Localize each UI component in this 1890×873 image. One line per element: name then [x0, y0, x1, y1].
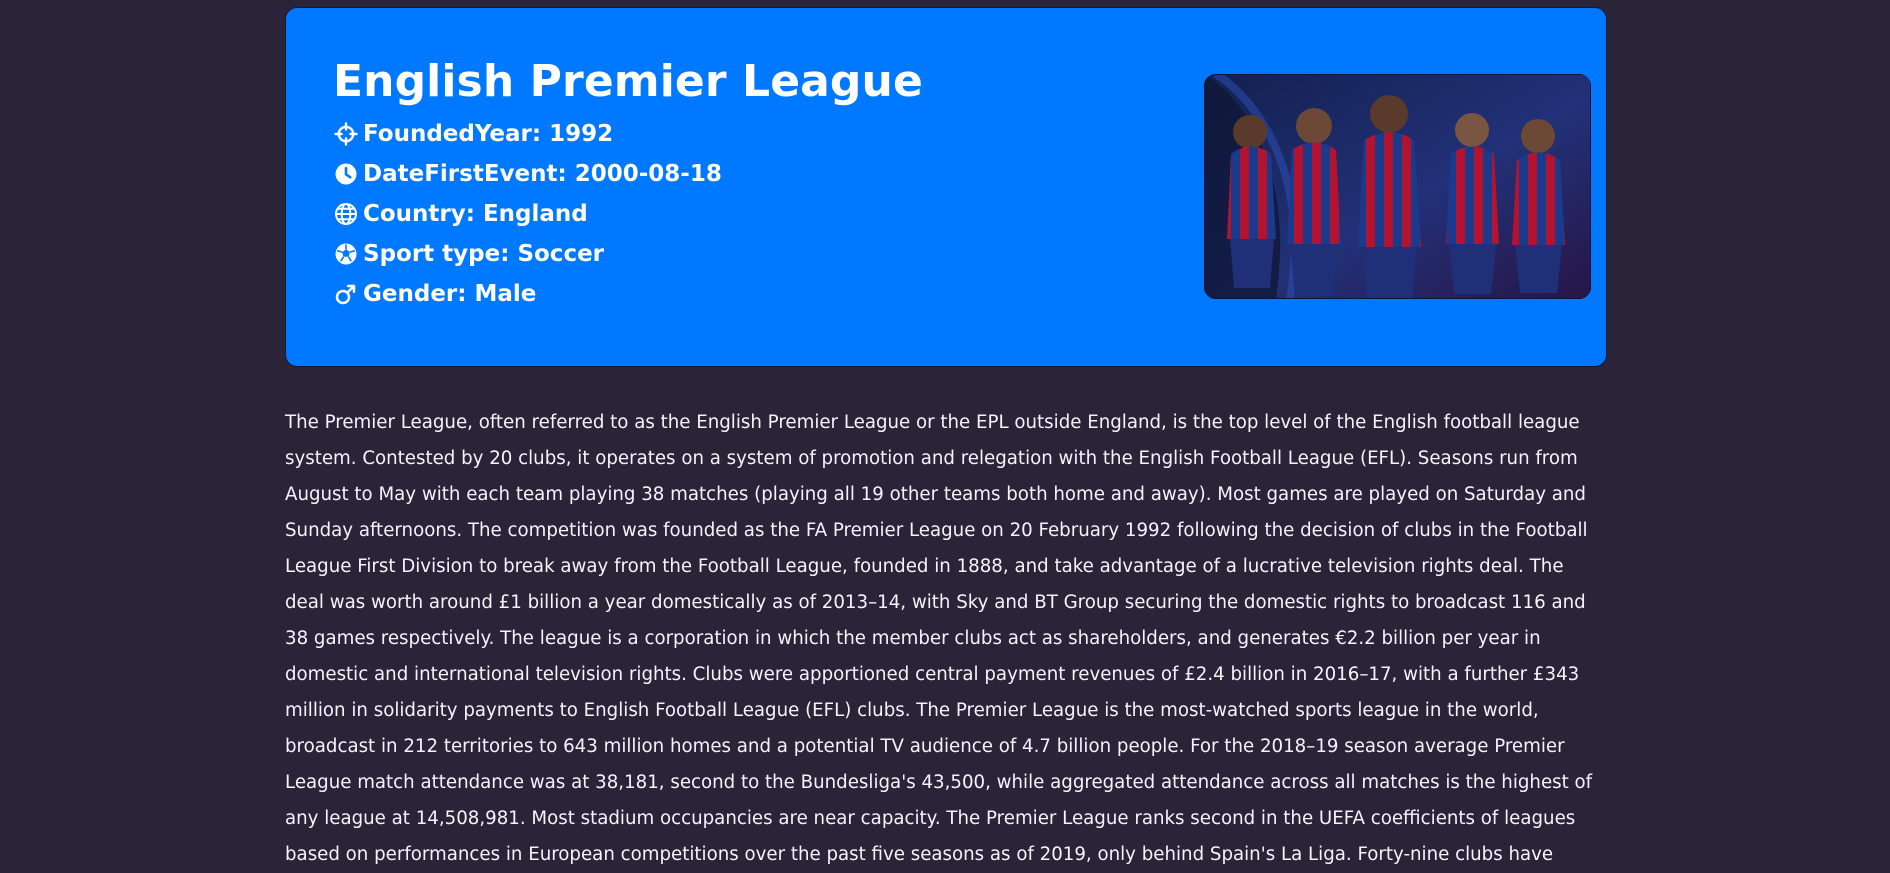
league-hero-image [1204, 74, 1591, 299]
male-icon [333, 281, 359, 307]
league-hero-card: English Premier League FoundedYear: 1992 [285, 7, 1607, 367]
date-first-event-fact: DateFirstEvent: 2000-08-18 [333, 154, 1133, 194]
crosshair-icon [333, 121, 359, 147]
gender-label: Gender: [363, 281, 467, 307]
gender-value: Male [474, 281, 537, 307]
soccer-ball-icon [333, 241, 359, 267]
league-facts-list: FoundedYear: 1992 DateFirstEvent: 2000-0… [333, 114, 1133, 314]
founded-year-fact: FoundedYear: 1992 [333, 114, 1133, 154]
country-fact: Country: England [333, 194, 1133, 234]
founded-year-value: 1992 [549, 121, 614, 147]
league-info: English Premier League FoundedYear: 1992 [333, 56, 1133, 314]
country-label: Country: [363, 201, 475, 227]
globe-icon [333, 201, 359, 227]
league-page: English Premier League FoundedYear: 1992 [285, 7, 1607, 865]
country-value: England [482, 201, 588, 227]
league-description: The Premier League, often referred to as… [285, 412, 1593, 865]
players-illustration [1204, 74, 1591, 299]
date-first-event-label: DateFirstEvent: [363, 161, 567, 187]
date-first-event-value: 2000-08-18 [574, 161, 722, 187]
sport-type-fact: Sport type: Soccer [333, 234, 1133, 274]
sport-type-label: Sport type: [363, 241, 510, 267]
league-title: English Premier League [333, 56, 923, 107]
gender-fact: Gender: Male [333, 274, 1133, 314]
clock-icon [333, 161, 359, 187]
sport-type-value: Soccer [517, 241, 605, 267]
founded-year-label: FoundedYear: [363, 121, 542, 147]
